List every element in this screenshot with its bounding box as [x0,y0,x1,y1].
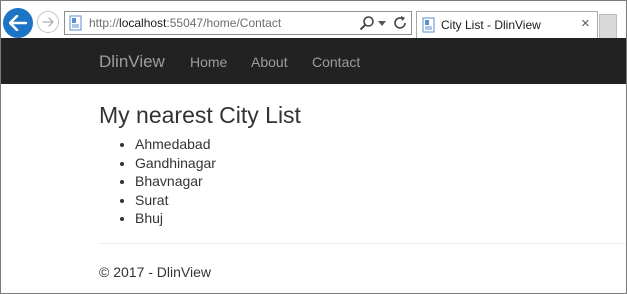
url-host: localhost [119,16,167,30]
back-arrow-icon [9,15,27,31]
nav-home-link[interactable]: Home [190,54,227,70]
refresh-icon[interactable] [392,15,408,31]
forward-arrow-icon [42,17,54,27]
page-title: My nearest City List [99,102,301,128]
address-bar[interactable]: http://localhost:55047/home/Contact [64,11,412,35]
browser-chrome: http://localhost:55047/home/Contact City… [1,1,626,38]
site-navbar: DlinView Home About Contact [1,38,626,84]
city-list: Ahmedabad Gandhinagar Bhavnagar Surat Bh… [99,135,216,228]
back-button[interactable] [3,8,33,38]
footer-text: © 2017 - DlinView [99,264,211,280]
forward-button[interactable] [37,11,59,33]
tab-page-icon [422,17,435,33]
list-item: Surat [135,191,216,210]
list-item: Bhavnagar [135,172,216,191]
list-item: Gandhinagar [135,154,216,173]
url-text[interactable]: http://localhost:55047/home/Contact [89,16,281,30]
footer-divider [99,243,626,244]
new-tab-button[interactable] [599,14,617,38]
dropdown-icon[interactable] [378,21,386,26]
search-icon[interactable] [359,15,375,31]
url-path: :55047/home/Contact [166,16,282,30]
nav-contact-link[interactable]: Contact [312,54,360,70]
nav-about-link[interactable]: About [251,54,288,70]
list-item: Bhuj [135,209,216,228]
browser-tab[interactable]: City List - DlinView × [416,11,598,38]
close-icon[interactable]: × [581,16,590,31]
page-icon [69,15,82,31]
url-prefix: http:// [89,16,120,30]
tab-title: City List - DlinView [441,18,541,32]
list-item: Ahmedabad [135,135,216,154]
brand-link[interactable]: DlinView [99,52,165,72]
